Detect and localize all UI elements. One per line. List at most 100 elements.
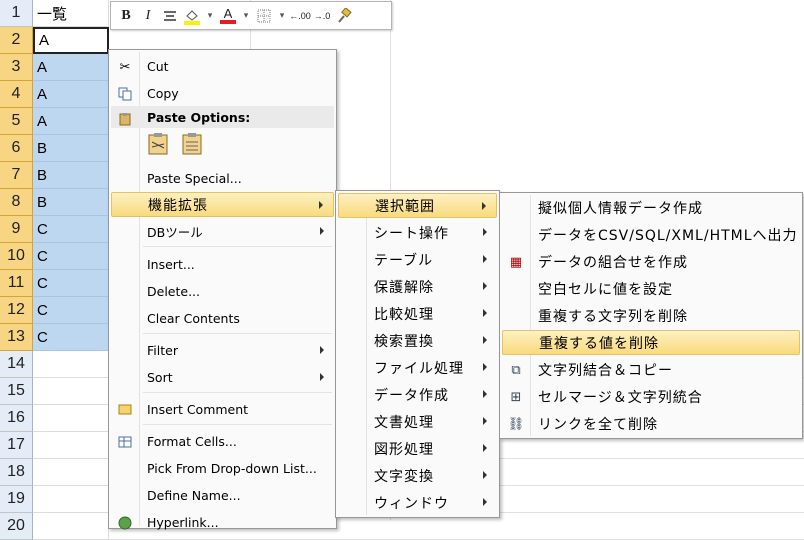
borders-icon	[257, 9, 271, 22]
submenu1-item-0[interactable]: 選択範囲	[338, 193, 497, 218]
row-header[interactable]: 2	[0, 27, 33, 54]
cell-a17[interactable]	[33, 432, 109, 459]
font-color-letter: A	[223, 5, 233, 21]
submenu2-item-1[interactable]: データをCSV/SQL/XML/HTMLへ出力	[502, 222, 800, 247]
menu-item-label: DBツール	[147, 225, 203, 240]
paste-options-label: Paste Options:	[147, 109, 251, 125]
submenu1-item-2[interactable]: テーブル	[338, 247, 497, 272]
submenu2-item-2[interactable]: ▦ データの組合せを作成	[502, 249, 800, 274]
submenu2-item-0[interactable]: 擬似個人情報データ作成	[502, 195, 800, 220]
menu-item-paste-special[interactable]: Paste Special...	[111, 166, 334, 191]
increase-decimal-button[interactable]: ← .00	[289, 5, 311, 27]
cell-a9[interactable]: C	[33, 216, 109, 243]
column-header-cell[interactable]: 一覧	[33, 0, 109, 27]
submenu1-item-8[interactable]: 文書処理	[338, 409, 497, 434]
cell-a7[interactable]: B	[33, 162, 109, 189]
menu-item-filter[interactable]: Filter	[111, 338, 334, 363]
menu-item-label: 擬似個人情報データ作成	[538, 200, 703, 217]
fill-color-dropdown[interactable]: ▾	[203, 5, 217, 27]
menu-item-db-tool[interactable]: DBツール	[111, 219, 334, 244]
submenu2-item-5[interactable]: 重複する値を削除	[502, 330, 800, 355]
submenu1-item-7[interactable]: データ作成	[338, 382, 497, 407]
bold-button[interactable]: B	[115, 5, 137, 27]
borders-button[interactable]	[253, 5, 275, 27]
submenu2-item-8[interactable]: ⛓ リンクを全て削除	[502, 411, 800, 436]
row-header[interactable]: 4	[0, 81, 33, 108]
menu-item-insert[interactable]: Insert...	[111, 252, 334, 277]
cell-a19[interactable]	[33, 486, 109, 513]
menu-item-sort[interactable]: Sort	[111, 365, 334, 390]
cell-a5[interactable]: A	[33, 108, 109, 135]
row-header[interactable]: 16	[0, 405, 33, 432]
submenu1-item-11[interactable]: ウィンドウ	[338, 490, 497, 515]
italic-button[interactable]: I	[137, 5, 159, 27]
row-header[interactable]: 1	[0, 0, 33, 27]
menu-item-cut[interactable]: ✂ Cut	[111, 54, 334, 79]
menu-item-label: Pick From Drop-down List...	[147, 461, 317, 476]
cell-a12[interactable]: C	[33, 297, 109, 324]
submenu1-item-5[interactable]: 検索置換	[338, 328, 497, 353]
cell-a10[interactable]: C	[33, 243, 109, 270]
row-header[interactable]: 8	[0, 189, 33, 216]
row-header[interactable]: 15	[0, 378, 33, 405]
fill-color-button[interactable]	[181, 5, 203, 27]
format-cells-icon	[117, 434, 133, 450]
font-color-button[interactable]: A	[217, 5, 239, 27]
cell-a20[interactable]	[33, 513, 109, 540]
menu-item-label: 選択範囲	[375, 198, 435, 215]
menu-item-hyperlink[interactable]: Hyperlink...	[111, 510, 334, 535]
row-header[interactable]: 17	[0, 432, 33, 459]
row-header[interactable]: 3	[0, 54, 33, 81]
submenu1-item-4[interactable]: 比較処理	[338, 301, 497, 326]
menu-item-clear-contents[interactable]: Clear Contents	[111, 306, 334, 331]
row-header[interactable]: 5	[0, 108, 33, 135]
decrease-decimal-button[interactable]: → .0	[311, 5, 333, 27]
menu-item-label: Paste Special...	[147, 171, 242, 186]
cell-a16[interactable]	[33, 405, 109, 432]
submenu1-item-10[interactable]: 文字変換	[338, 463, 497, 488]
cell-a2[interactable]: A	[33, 27, 109, 54]
submenu1-item-9[interactable]: 図形処理	[338, 436, 497, 461]
cell-a15[interactable]	[33, 378, 109, 405]
cell-a8[interactable]: B	[33, 189, 109, 216]
format-painter-button[interactable]	[333, 5, 355, 27]
submenu1-item-1[interactable]: シート操作	[338, 220, 497, 245]
menu-item-delete[interactable]: Delete...	[111, 279, 334, 304]
cell-a6[interactable]: B	[33, 135, 109, 162]
row-header[interactable]: 9	[0, 216, 33, 243]
row-header[interactable]: 12	[0, 297, 33, 324]
menu-item-format-cells[interactable]: Format Cells...	[111, 429, 334, 454]
align-center-button[interactable]	[159, 5, 181, 27]
submenu2-item-3[interactable]: 空白セルに値を設定	[502, 276, 800, 301]
submenu2-item-4[interactable]: 重複する文字列を削除	[502, 303, 800, 328]
font-color-dropdown[interactable]: ▾	[239, 5, 253, 27]
row-header[interactable]: 10	[0, 243, 33, 270]
row-header[interactable]: 11	[0, 270, 33, 297]
cell-a3[interactable]: A	[33, 54, 109, 81]
cell-a11[interactable]: C	[33, 270, 109, 297]
row-header[interactable]: 6	[0, 135, 33, 162]
cell-a13[interactable]: C	[33, 324, 109, 351]
paste-values-button[interactable]	[181, 132, 205, 156]
borders-dropdown[interactable]: ▾	[275, 5, 289, 27]
submenu2-item-7[interactable]: ⊞ セルマージ＆文字列統合	[502, 384, 800, 409]
cell-a4[interactable]: A	[33, 81, 109, 108]
paste-formulas-button[interactable]	[147, 132, 171, 156]
submenu1-item-3[interactable]: 保護解除	[338, 274, 497, 299]
submenu2-item-6[interactable]: ⧉ 文字列結合＆コピー	[502, 357, 800, 382]
menu-item-kinou-kakuchou[interactable]: 機能拡張	[111, 192, 334, 217]
menu-item-copy[interactable]: Copy	[111, 81, 334, 106]
menu-item-define-name[interactable]: Define Name...	[111, 483, 334, 508]
row-header[interactable]: 14	[0, 351, 33, 378]
cell-a14[interactable]	[33, 351, 109, 378]
cell-a18[interactable]	[33, 459, 109, 486]
row-header[interactable]: 19	[0, 486, 33, 513]
menu-item-insert-comment[interactable]: Insert Comment	[111, 397, 334, 422]
menu-separator	[143, 424, 332, 425]
row-header[interactable]: 7	[0, 162, 33, 189]
row-header[interactable]: 20	[0, 513, 33, 540]
menu-item-pick-from-list[interactable]: Pick From Drop-down List...	[111, 456, 334, 481]
submenu1-item-6[interactable]: ファイル処理	[338, 355, 497, 380]
row-header[interactable]: 18	[0, 459, 33, 486]
row-header[interactable]: 13	[0, 324, 33, 351]
